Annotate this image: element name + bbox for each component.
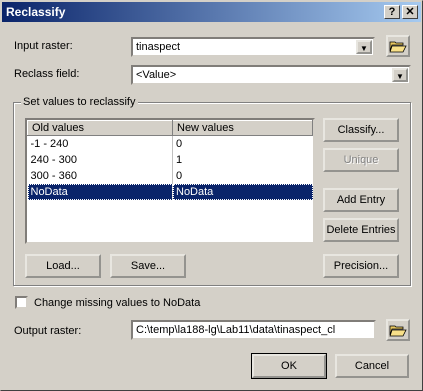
table-row[interactable]: 240 - 300 1	[27, 152, 313, 168]
reclassify-dialog: Reclassify ? ✕ Input raster: tinaspect ▼…	[0, 0, 423, 391]
table-header: Old values New values	[27, 120, 313, 136]
classify-button-label: Classify...	[337, 124, 385, 136]
table-row-selected[interactable]: NoData NoData	[27, 184, 313, 200]
input-raster-dropdown[interactable]: tinaspect ▼	[131, 37, 375, 57]
old-value-cell[interactable]: NoData	[27, 184, 173, 200]
load-button[interactable]: Load...	[25, 254, 101, 278]
old-value-cell[interactable]: -1 - 240	[27, 135, 173, 152]
reclass-field-label: Reclass field:	[14, 68, 80, 80]
save-button-label: Save...	[130, 260, 166, 272]
table-row[interactable]: 300 - 360 0	[27, 168, 313, 184]
old-value-cell[interactable]: 300 - 360	[27, 168, 173, 184]
save-button[interactable]: Save...	[110, 254, 186, 278]
add-entry-button-label: Add Entry	[336, 194, 386, 206]
help-button[interactable]: ?	[384, 5, 400, 19]
new-value-cell[interactable]: NoData	[172, 184, 313, 200]
title-bar: Reclassify ? ✕	[2, 2, 421, 22]
reclass-field-value: <Value>	[136, 69, 177, 81]
precision-button[interactable]: Precision...	[323, 254, 399, 278]
table-row[interactable]: -1 - 240 0	[27, 135, 313, 153]
cancel-button-label: Cancel	[354, 360, 390, 372]
set-values-group-title: Set values to reclassify	[21, 96, 138, 108]
ok-button[interactable]: OK	[251, 353, 327, 379]
new-value-cell[interactable]: 0	[173, 136, 313, 153]
column-header-new-values[interactable]: New values	[172, 120, 313, 136]
unique-button[interactable]: Unique	[323, 148, 399, 172]
column-header-old-values[interactable]: Old values	[27, 120, 173, 136]
delete-entries-button-label: Delete Entries	[326, 224, 396, 236]
help-icon: ?	[388, 6, 396, 18]
input-raster-value: tinaspect	[136, 41, 181, 53]
folder-open-icon	[389, 325, 407, 337]
precision-button-label: Precision...	[333, 260, 389, 272]
new-value-cell[interactable]: 0	[173, 168, 313, 184]
input-raster-browse-button[interactable]	[386, 35, 410, 57]
reclass-field-dropdown[interactable]: <Value> ▼	[131, 65, 411, 85]
unique-button-label: Unique	[343, 154, 379, 166]
input-raster-label: Input raster:	[14, 40, 73, 52]
output-raster-value: C:\temp\la188-lg\Lab11\data\tinaspect_cl	[136, 324, 336, 336]
output-raster-label: Output raster:	[14, 325, 82, 337]
dropdown-arrow-icon[interactable]: ▼	[356, 40, 372, 54]
window-title: Reclassify	[6, 5, 66, 19]
load-button-label: Load...	[46, 260, 80, 272]
new-value-cell[interactable]: 1	[173, 152, 313, 168]
change-missing-label[interactable]: Change missing values to NoData	[34, 297, 200, 309]
close-button[interactable]: ✕	[402, 5, 418, 19]
output-raster-browse-button[interactable]	[386, 319, 410, 341]
output-raster-field[interactable]: C:\temp\la188-lg\Lab11\data\tinaspect_cl	[131, 320, 376, 340]
add-entry-button[interactable]: Add Entry	[323, 188, 399, 212]
old-value-cell[interactable]: 240 - 300	[27, 152, 173, 168]
delete-entries-button[interactable]: Delete Entries	[323, 218, 399, 242]
folder-open-icon	[389, 41, 407, 53]
classify-button[interactable]: Classify...	[323, 118, 399, 142]
reclass-table[interactable]: Old values New values -1 - 240 0 240 - 3…	[25, 118, 315, 244]
close-icon: ✕	[405, 6, 415, 18]
cancel-button[interactable]: Cancel	[335, 354, 409, 378]
dropdown-arrow-icon[interactable]: ▼	[392, 68, 408, 82]
ok-button-label: OK	[281, 360, 297, 372]
change-missing-checkbox[interactable]	[15, 296, 28, 309]
